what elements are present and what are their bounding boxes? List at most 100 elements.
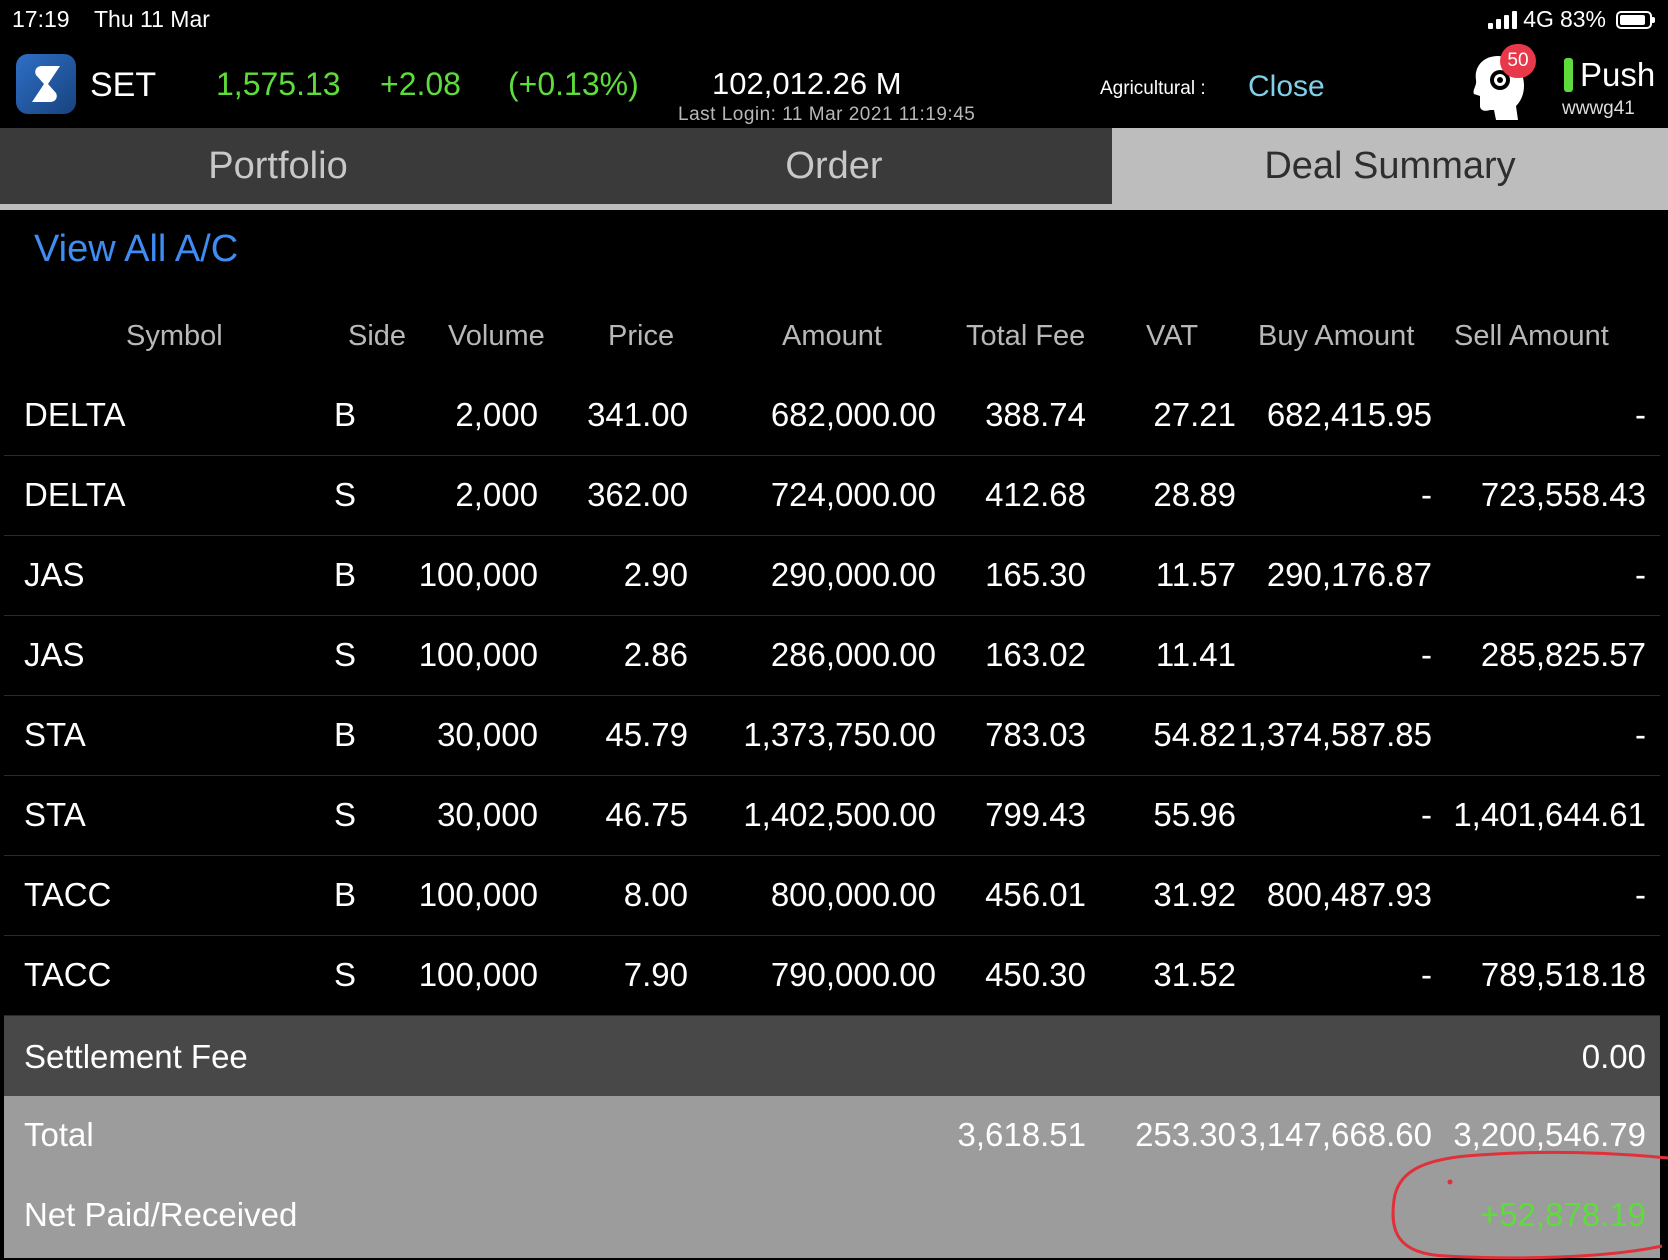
- market-volume: 102,012.26 M: [712, 66, 902, 101]
- cell-symbol: STA: [24, 716, 86, 753]
- view-all-accounts-link[interactable]: View All A/C: [34, 228, 238, 271]
- cell-buy-amount: 290,176.87: [1266, 556, 1432, 593]
- cell-amount: 286,000.00: [770, 636, 936, 673]
- total-sell-amount: 3,200,546.79: [1453, 1116, 1646, 1153]
- cell-amount: 1,373,750.00: [743, 716, 936, 753]
- total-label: Total: [24, 1116, 94, 1153]
- index-name[interactable]: SET: [90, 66, 156, 105]
- cell-price: 341.00: [587, 396, 688, 433]
- cell-amount: 290,000.00: [770, 556, 936, 593]
- cell-sell-amount: -: [1635, 876, 1646, 913]
- settlement-fee-row: Settlement Fee 0.00: [4, 1016, 1660, 1096]
- cell-side: S: [334, 636, 357, 673]
- notification-badge[interactable]: 50: [1500, 44, 1536, 78]
- col-header-buy-amount: Buy Amount: [1258, 320, 1415, 352]
- tab-bar: Portfolio Order Deal Summary: [0, 128, 1668, 210]
- table-row[interactable]: JAS B 100,000 2.90 290,000.00 165.30 11.57 290,…: [4, 536, 1660, 616]
- tab-portfolio[interactable]: Portfolio: [0, 128, 556, 204]
- cell-symbol: JAS: [24, 636, 85, 673]
- cell-amount: 724,000.00: [770, 476, 936, 513]
- cell-sell-amount: 789,518.18: [1480, 956, 1646, 993]
- col-header-amount: Amount: [782, 320, 882, 352]
- cell-buy-amount: -: [1421, 956, 1432, 993]
- app-logo-icon[interactable]: [16, 54, 76, 114]
- signal-icon: [1488, 10, 1518, 29]
- index-value: 1,575.13: [216, 66, 341, 102]
- push-label[interactable]: Push: [1580, 56, 1655, 94]
- cell-total-fee: 163.02: [985, 636, 1086, 673]
- cell-vat: 31.52: [1153, 956, 1236, 993]
- cell-volume: 30,000: [437, 716, 538, 753]
- cell-buy-amount: 800,487.93: [1266, 876, 1432, 913]
- col-header-sell-amount: Sell Amount: [1454, 320, 1609, 352]
- status-bar: 17:19 Thu 11 Mar 4G 83%: [0, 0, 1668, 40]
- cell-buy-amount: -: [1421, 796, 1432, 833]
- cell-buy-amount: 1,374,587.85: [1239, 716, 1432, 753]
- cell-vat: 28.89: [1153, 476, 1236, 513]
- table-row[interactable]: DELTA S 2,000 362.00 724,000.00 412.68 28.89 - 7…: [4, 456, 1660, 536]
- index-change-percent: (+0.13%): [508, 66, 639, 102]
- last-login: Last Login: 11 Mar 2021 11:19:45: [678, 104, 976, 125]
- cell-total-fee: 783.03: [985, 716, 1086, 753]
- col-header-volume: Volume: [448, 320, 545, 352]
- cell-total-fee: 450.30: [985, 956, 1086, 993]
- cell-price: 46.75: [605, 796, 688, 833]
- index-change: +2.08: [380, 66, 461, 102]
- cell-total-fee: 165.30: [985, 556, 1086, 593]
- cell-price: 362.00: [587, 476, 688, 513]
- cell-volume: 100,000: [418, 956, 538, 993]
- cell-vat: 31.92: [1153, 876, 1236, 913]
- status-date: Thu 11 Mar: [94, 6, 210, 32]
- cell-sell-amount: 285,825.57: [1480, 636, 1646, 673]
- table-row[interactable]: TACC S 100,000 7.90 790,000.00 450.30 31.52 - 78…: [4, 936, 1660, 1016]
- cell-sell-amount: -: [1635, 556, 1646, 593]
- cell-vat: 27.21: [1153, 396, 1236, 433]
- cell-total-fee: 412.68: [985, 476, 1086, 513]
- tab-order[interactable]: Order: [556, 128, 1112, 204]
- status-right: 4G 83%: [1488, 6, 1655, 33]
- cell-volume: 2,000: [455, 476, 538, 513]
- cell-side: S: [334, 796, 357, 833]
- cell-symbol: DELTA: [24, 396, 126, 433]
- cell-price: 8.00: [623, 876, 688, 913]
- status-time: 17:19: [12, 6, 70, 32]
- totals-panel: Total 3,618.51 253.30 3,147,668.60 3,200…: [4, 1096, 1660, 1258]
- sector-status: Close: [1248, 70, 1325, 103]
- table-row[interactable]: DELTA B 2,000 341.00 682,000.00 388.74 27.21 68…: [4, 376, 1660, 456]
- cell-volume: 2,000: [455, 396, 538, 433]
- battery-icon: [1616, 10, 1655, 29]
- cell-price: 2.90: [623, 556, 688, 593]
- cell-side: B: [334, 876, 357, 913]
- cell-side: B: [334, 556, 357, 593]
- net-paid-received-value: +52,878.19: [1479, 1196, 1646, 1233]
- sector-label: Agricultural :: [1100, 78, 1206, 99]
- col-header-symbol: Symbol: [126, 320, 223, 352]
- table-header: Symbol Side Volume Price Amount Total Fe…: [0, 312, 1668, 362]
- cell-symbol: TACC: [24, 876, 112, 913]
- cell-buy-amount: -: [1421, 636, 1432, 673]
- table-row[interactable]: STA B 30,000 45.79 1,373,750.00 783.03 54.82 1,…: [4, 696, 1660, 776]
- cell-side: S: [334, 476, 357, 513]
- cell-buy-amount: -: [1421, 476, 1432, 513]
- cell-vat: 11.57: [1155, 556, 1236, 593]
- cell-volume: 100,000: [418, 876, 538, 913]
- battery-fill: [1620, 14, 1645, 25]
- cell-total-fee: 456.01: [985, 876, 1086, 913]
- cell-symbol: STA: [24, 796, 86, 833]
- total-buy-amount: 3,147,668.60: [1239, 1116, 1432, 1153]
- tab-deal-summary[interactable]: Deal Summary: [1112, 128, 1668, 204]
- network-label: 4G: [1523, 6, 1554, 32]
- net-paid-received-label: Net Paid/Received: [24, 1196, 298, 1233]
- cell-volume: 100,000: [418, 556, 538, 593]
- cell-sell-amount: -: [1635, 396, 1646, 433]
- table-row[interactable]: STA S 30,000 46.75 1,402,500.00 799.43 55.96 -1…: [4, 776, 1660, 856]
- cell-symbol: DELTA: [24, 476, 126, 513]
- cell-price: 45.79: [605, 716, 688, 753]
- cell-volume: 100,000: [418, 636, 538, 673]
- cell-price: 7.90: [623, 956, 688, 993]
- cell-sell-amount: -: [1635, 716, 1646, 753]
- table-row[interactable]: TACC B 100,000 8.00 800,000.00 456.01 31.92 800…: [4, 856, 1660, 936]
- cell-volume: 30,000: [437, 796, 538, 833]
- table-row[interactable]: JAS S 100,000 2.86 286,000.00 163.02 11.41 - 285…: [4, 616, 1660, 696]
- cell-side: B: [334, 716, 357, 753]
